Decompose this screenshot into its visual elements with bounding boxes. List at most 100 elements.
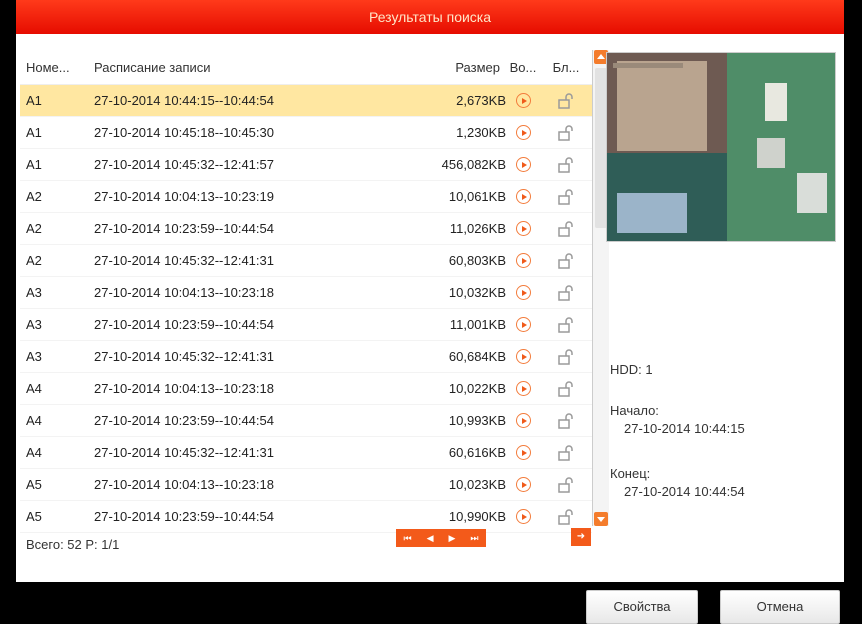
unlock-icon[interactable] [557,188,575,206]
action-arrow-button[interactable]: ➜ [571,528,591,546]
table-row[interactable]: A2 27-10-2014 10:23:59--10:44:54 11,026KB [20,213,592,245]
header-lock[interactable]: Бл... [540,60,592,75]
row-play-cell [506,221,540,236]
play-icon[interactable] [515,477,531,492]
play-icon[interactable] [515,189,531,204]
row-schedule: 27-10-2014 10:23:59--10:44:54 [94,317,274,332]
table-row[interactable]: A1 27-10-2014 10:45:32--12:41:57 456,082KB [20,149,592,181]
unlock-icon[interactable] [557,316,575,334]
play-icon[interactable] [515,317,531,332]
table-row[interactable]: A4 27-10-2014 10:45:32--12:41:31 60,616KB [20,437,592,469]
row-size: 60,803KB [448,253,506,268]
unlock-icon[interactable] [557,444,575,462]
row-num: A5 [26,477,42,492]
play-icon[interactable] [515,413,531,428]
play-icon[interactable] [515,221,531,236]
row-num: A3 [26,317,42,332]
row-size: 11,001KB [449,317,506,332]
scroll-down-button[interactable] [594,512,608,526]
row-num: A1 [26,93,42,108]
row-lock-cell [540,92,592,110]
row-num: A4 [26,413,42,428]
table-row[interactable]: A3 27-10-2014 10:45:32--12:41:31 60,684KB [20,341,592,373]
table-row[interactable]: A1 27-10-2014 10:45:18--10:45:30 1,230KB [20,117,592,149]
play-icon[interactable] [515,381,531,396]
row-schedule: 27-10-2014 10:04:13--10:23:19 [94,189,274,204]
header-schedule[interactable]: Расписание записи [88,60,372,75]
row-play-cell [506,477,540,492]
row-schedule: 27-10-2014 10:45:18--10:45:30 [94,125,274,140]
last-page-icon[interactable]: ⏭ [470,533,478,544]
row-size: 60,684KB [448,349,506,364]
row-num: A2 [26,189,42,204]
play-icon[interactable] [515,93,531,108]
row-schedule: 27-10-2014 10:45:32--12:41:31 [94,445,274,460]
table-row[interactable]: A1 27-10-2014 10:44:15--10:44:54 2,673KB [20,85,592,117]
row-lock-cell [540,252,592,270]
play-icon[interactable] [515,253,531,268]
row-schedule: 27-10-2014 10:04:13--10:23:18 [94,477,274,492]
next-page-icon[interactable]: ▶ [448,533,455,544]
start-label: Начало: [610,403,659,418]
play-icon[interactable] [515,125,531,140]
row-num: A4 [26,445,42,460]
unlock-icon[interactable] [557,348,575,366]
row-play-cell [506,125,540,140]
row-schedule: 27-10-2014 10:44:15--10:44:54 [94,93,274,108]
row-num: A1 [26,157,42,172]
cancel-button[interactable]: Отмена [720,590,840,624]
unlock-icon[interactable] [557,156,575,174]
row-size: 10,023KB [448,477,506,492]
play-icon[interactable] [515,349,531,364]
table-row[interactable]: A3 27-10-2014 10:23:59--10:44:54 11,001KB [20,309,592,341]
unlock-icon[interactable] [557,220,575,238]
properties-button[interactable]: Свойства [586,590,698,624]
row-schedule: 27-10-2014 10:04:13--10:23:18 [94,381,274,396]
header-play[interactable]: Во... [506,60,540,75]
row-lock-cell [540,444,592,462]
row-play-cell [506,253,540,268]
row-num: A1 [26,125,42,140]
table-row[interactable]: A2 27-10-2014 10:45:32--12:41:31 60,803KB [20,245,592,277]
table-row[interactable]: A5 27-10-2014 10:04:13--10:23:18 10,023KB [20,469,592,501]
header-num[interactable]: Номе... [20,60,88,75]
first-page-icon[interactable]: ⏮ [403,533,411,544]
play-icon[interactable] [515,157,531,172]
play-icon[interactable] [515,445,531,460]
unlock-icon[interactable] [557,284,575,302]
unlock-icon[interactable] [557,508,575,526]
prev-page-icon[interactable]: ◀ [427,533,434,544]
unlock-icon[interactable] [557,92,575,110]
row-play-cell [506,157,540,172]
row-size: 2,673KB [456,93,506,108]
row-play-cell [506,509,540,524]
unlock-icon[interactable] [557,252,575,270]
unlock-icon[interactable] [557,124,575,142]
row-lock-cell [540,284,592,302]
row-num: A3 [26,349,42,364]
start-value: 27-10-2014 10:44:15 [624,421,745,436]
table-row[interactable]: A4 27-10-2014 10:23:59--10:44:54 10,993KB [20,405,592,437]
window-title: Результаты поиска [16,0,844,34]
table-row[interactable]: A2 27-10-2014 10:04:13--10:23:19 10,061KB [20,181,592,213]
header-size[interactable]: Размер [372,60,506,75]
row-schedule: 27-10-2014 10:45:32--12:41:57 [94,157,274,172]
play-icon[interactable] [515,509,531,524]
row-schedule: 27-10-2014 10:45:32--12:41:31 [94,253,274,268]
row-num: A4 [26,381,42,396]
unlock-icon[interactable] [557,380,575,398]
table-row[interactable]: A4 27-10-2014 10:04:13--10:23:18 10,022KB [20,373,592,405]
results-table: Номе... Расписание записи Размер Во... Б… [20,50,592,533]
end-value: 27-10-2014 10:44:54 [624,484,745,499]
unlock-icon[interactable] [557,412,575,430]
play-icon[interactable] [515,285,531,300]
row-num: A2 [26,221,42,236]
row-play-cell [506,285,540,300]
row-size: 10,993KB [448,413,506,428]
table-row[interactable]: A5 27-10-2014 10:23:59--10:44:54 10,990KB [20,501,592,533]
table-row[interactable]: A3 27-10-2014 10:04:13--10:23:18 10,032KB [20,277,592,309]
row-lock-cell [540,380,592,398]
row-size: 11,026KB [449,221,506,236]
unlock-icon[interactable] [557,476,575,494]
row-schedule: 27-10-2014 10:04:13--10:23:18 [94,285,274,300]
